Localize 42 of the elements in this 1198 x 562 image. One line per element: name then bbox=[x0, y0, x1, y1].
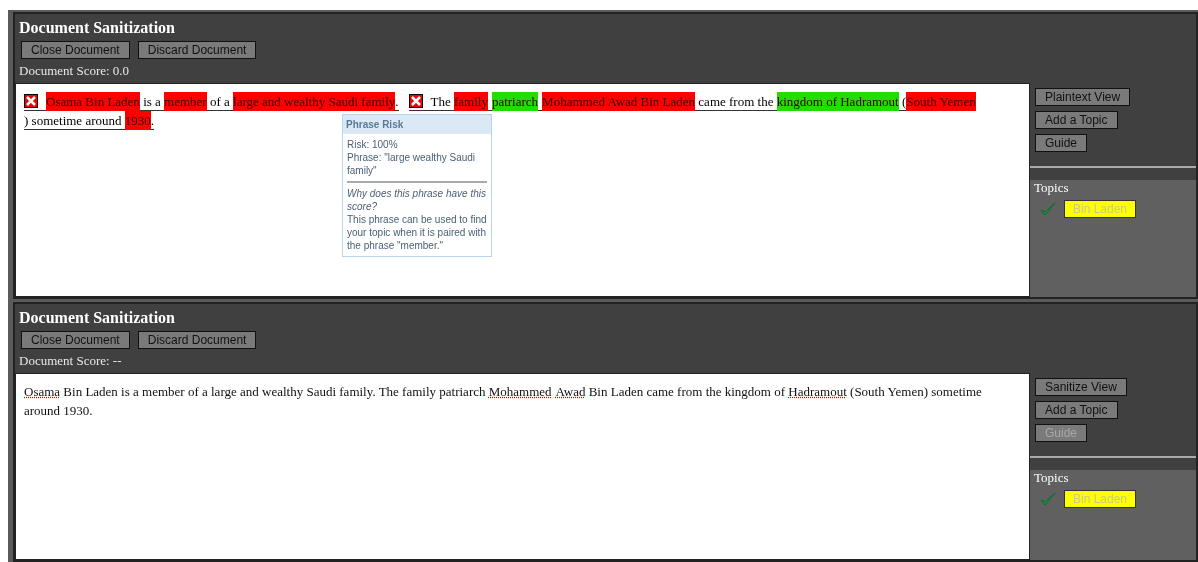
risk-phrase[interactable]: patriarch bbox=[491, 92, 539, 111]
remove-icon[interactable] bbox=[24, 94, 38, 108]
sentence-text: . bbox=[150, 112, 154, 130]
document-score: Document Score: -- bbox=[18, 352, 123, 370]
document-button[interactable]: Discard Document bbox=[137, 41, 257, 59]
topics-label: Topics bbox=[1034, 469, 1070, 487]
document-button[interactable]: Discard Document bbox=[137, 331, 257, 349]
risk-phrase[interactable]: family bbox=[453, 92, 488, 111]
tooltip-title: Phrase Risk bbox=[343, 115, 491, 134]
sidebar-button[interactable]: Add a Topic bbox=[1035, 111, 1118, 129]
sidebar-button[interactable]: Guide bbox=[1035, 134, 1088, 152]
document-text: Osama Bin Laden is a member of a large and wealthy Saudi family. The family patriarch Mohammed Awad Bin Laden came from the kingdom of Hadramout (South Yemen) sometime around 1930. bbox=[23, 383, 983, 420]
risk-phrase[interactable]: South Yemen bbox=[906, 92, 976, 111]
risk-phrase[interactable]: 1930 bbox=[124, 111, 151, 130]
sentence-text: ) sometime around bbox=[24, 112, 123, 130]
sentence-text: is a bbox=[142, 93, 162, 111]
risk-phrase[interactable]: kingdom of Hadramout bbox=[776, 92, 899, 111]
sentence-text: . bbox=[395, 93, 399, 111]
tooltip-line: Phrase: "large wealthy Saudi family" bbox=[347, 151, 477, 177]
sentence-text: of a bbox=[208, 93, 231, 111]
document-button[interactable]: Close Document bbox=[21, 41, 130, 59]
tooltip-line: Risk: 100% bbox=[347, 138, 399, 151]
document-button[interactable]: Close Document bbox=[21, 331, 130, 349]
panel-title: Document Sanitization bbox=[18, 308, 176, 328]
sentence-text: came from the bbox=[697, 93, 775, 111]
topics-label: Topics bbox=[1034, 179, 1070, 197]
document-score: Document Score: 0.0 bbox=[18, 62, 131, 80]
sentence-text: The bbox=[430, 93, 452, 111]
sentence-text: ( bbox=[900, 93, 907, 111]
document-editor[interactable] bbox=[15, 83, 1030, 297]
tooltip-question: Why does this phrase have this score? bbox=[347, 187, 487, 213]
sidebar-button[interactable]: Plaintext View bbox=[1035, 88, 1131, 106]
risk-phrase[interactable]: Osama Bin Laden bbox=[46, 92, 140, 111]
risk-phrase[interactable]: Mohammed Awad Bin Laden bbox=[542, 92, 696, 111]
risk-phrase[interactable]: large and wealthy Saudi family bbox=[233, 92, 396, 111]
document-editor[interactable]: Osama Bin Laden is a member of a large and wealthy Saudi family. The family patriarch Mohammed Awad Bin Laden came from the kingdom of Hadramout (South Yemen) sometime around 1930. bbox=[15, 373, 1030, 560]
sidebar-button[interactable]: Add a Topic bbox=[1035, 401, 1118, 419]
risk-phrase[interactable]: member bbox=[164, 92, 207, 111]
sidebar-button[interactable]: Sanitize View bbox=[1035, 378, 1127, 396]
remove-icon[interactable] bbox=[408, 94, 423, 108]
panel-title: Document Sanitization bbox=[18, 18, 176, 38]
tooltip-explanation: This phrase can be used to find your topic when it is paired with the phrase "member." bbox=[347, 213, 487, 252]
